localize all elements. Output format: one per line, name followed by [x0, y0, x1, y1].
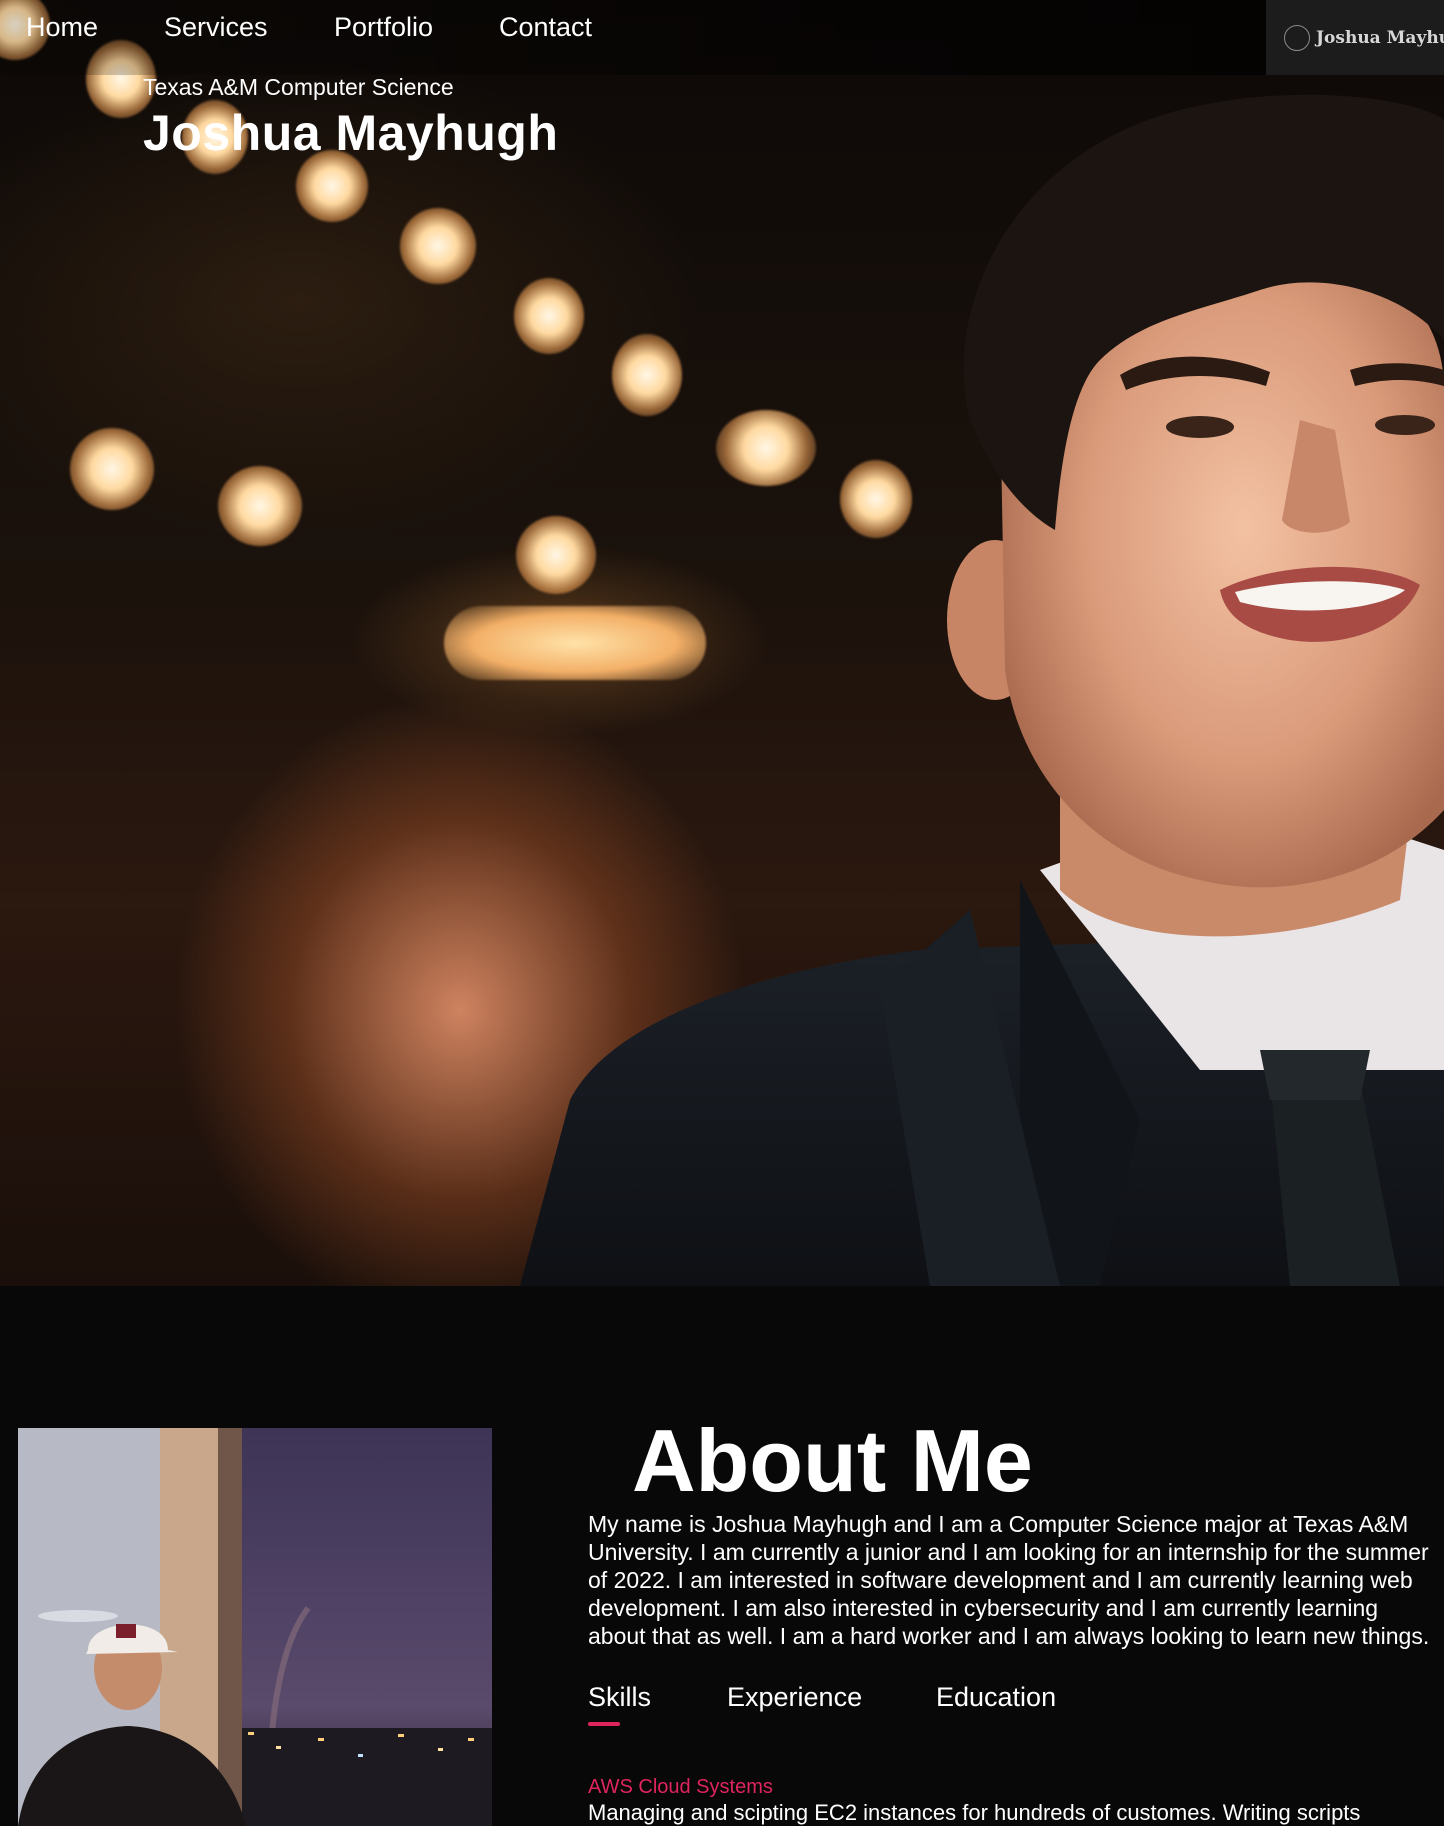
hero-subtitle: Texas A&M Computer Science — [143, 74, 454, 100]
tab-skills[interactable]: Skills — [588, 1682, 651, 1713]
bokeh-light — [218, 466, 302, 546]
nav-contact-link[interactable]: Contact — [499, 10, 592, 44]
hero-title: Joshua Mayhugh — [143, 105, 559, 161]
about-photo — [18, 1428, 492, 1826]
about-paragraph-line: My name is Joshua Mayhugh and I am a Com… — [588, 1511, 1409, 1537]
about-heading: About Me — [632, 1411, 1033, 1510]
about-paragraph-line: about that as well. I am a hard worker a… — [588, 1623, 1430, 1649]
nav-home-link[interactable]: Home — [26, 10, 98, 44]
about-paragraph-line: University. I am currently a junior and … — [588, 1539, 1429, 1565]
portrait-photo — [520, 94, 1444, 1286]
active-tab-indicator — [588, 1722, 620, 1726]
skill-title: AWS Cloud Systems — [588, 1776, 773, 1798]
brand-name: Joshua Mayhugh — [1316, 27, 1444, 48]
logo-emblem-icon — [1284, 24, 1310, 51]
about-paragraph: My name is Joshua Mayhugh and I am a Com… — [588, 1510, 1444, 1650]
about-paragraph-line: of 2022. I am interested in software dev… — [588, 1567, 1413, 1593]
bokeh-light — [400, 208, 476, 284]
about-paragraph-line: development. I am also interested in cyb… — [588, 1595, 1379, 1621]
nav-services-link[interactable]: Services — [164, 10, 268, 44]
nav-portfolio-link[interactable]: Portfolio — [334, 10, 433, 44]
tab-education[interactable]: Education — [936, 1682, 1056, 1713]
hero-section: Home Services Portfolio Contact Joshua M… — [0, 0, 1444, 1286]
brand-logo[interactable]: Joshua Mayhugh — [1266, 0, 1444, 75]
tab-experience[interactable]: Experience — [727, 1682, 862, 1713]
top-navigation: Home Services Portfolio Contact Joshua M… — [0, 0, 1444, 75]
bokeh-light — [70, 428, 154, 510]
skill-description: Managing and scipting EC2 instances for … — [588, 1800, 1361, 1825]
